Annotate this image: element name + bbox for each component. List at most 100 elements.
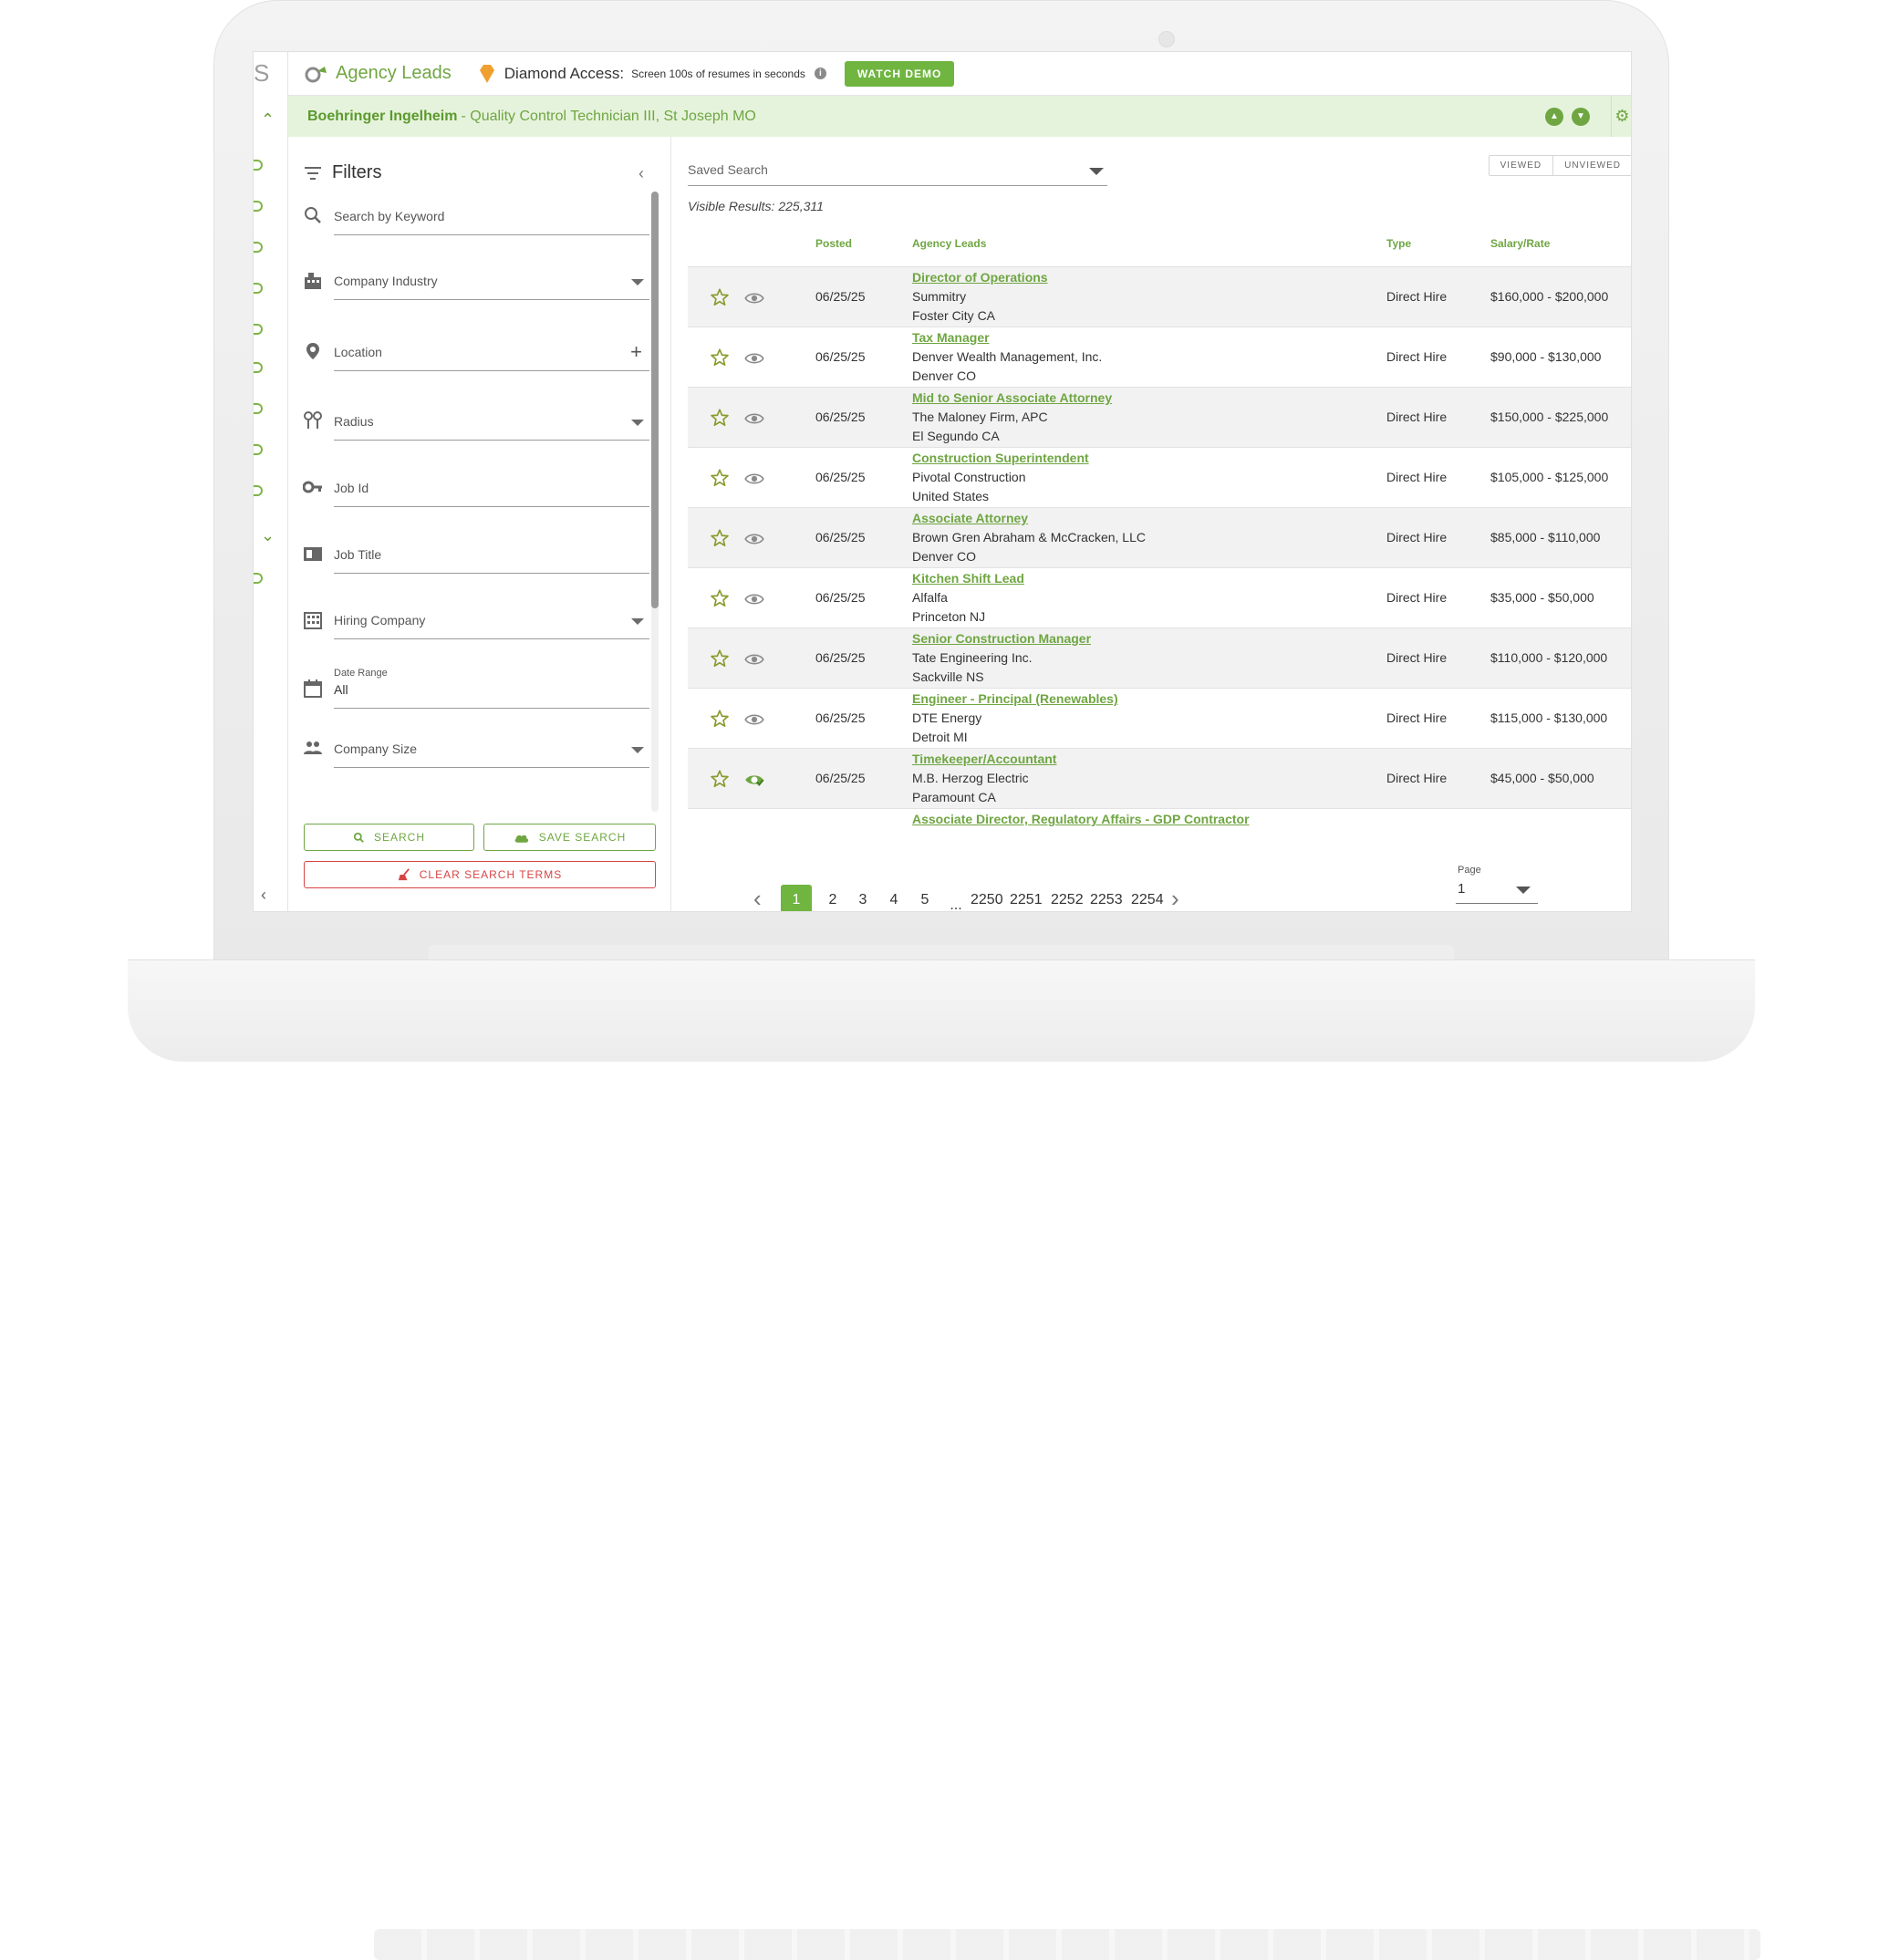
job-title-link[interactable]: Associate Attorney <box>912 511 1028 525</box>
eye-icon[interactable] <box>744 472 764 486</box>
page-number[interactable]: 1 <box>781 885 812 911</box>
job-id-input[interactable]: Job Id <box>303 472 649 508</box>
previous-page-icon[interactable]: ‹ <box>753 885 762 911</box>
page-number[interactable]: 2253 <box>1086 885 1126 911</box>
plus-icon[interactable]: + <box>630 340 642 364</box>
table-row[interactable]: 06/25/25 M.B. Herzog Electric Paramount CA… <box>688 748 1631 808</box>
eye-viewed-icon[interactable] <box>744 773 764 787</box>
saved-search-select[interactable]: Saved Search <box>688 159 1107 186</box>
rail-up-chevron-icon[interactable]: ⌃ <box>261 110 275 130</box>
field-underline <box>334 506 649 507</box>
eye-icon[interactable] <box>744 652 764 667</box>
eye-icon[interactable] <box>744 291 764 306</box>
page-number[interactable]: 2250 <box>967 885 1007 911</box>
rail-item-icon[interactable] <box>254 573 263 584</box>
company-industry-select[interactable]: Company Industry <box>303 264 649 301</box>
radius-select[interactable]: Radius <box>303 405 649 441</box>
rail-item-icon[interactable] <box>254 444 263 455</box>
page-number[interactable]: 2254 <box>1127 885 1168 911</box>
watch-demo-button[interactable]: WATCH DEMO <box>844 60 955 87</box>
job-title-link[interactable]: Engineer - Principal (Renewables) <box>912 691 1118 706</box>
table-row[interactable]: 06/25/25 Pivotal Construction United State… <box>688 447 1631 507</box>
table-row[interactable]: 06/25/25 Alfalfa Princeton NJ Direct Hire $3… <box>688 567 1631 627</box>
job-title-link[interactable]: Kitchen Shift Lead <box>912 571 1024 586</box>
eye-icon[interactable] <box>744 712 764 727</box>
table-row[interactable]: 06/25/25 Brown Gren Abraham & McCracken, … <box>688 507 1631 567</box>
banner-actions: ▲ ▼ ⚙ <box>1545 96 1631 137</box>
job-title-link[interactable]: Construction Superintendent <box>912 451 1089 465</box>
star-icon[interactable] <box>710 287 730 307</box>
job-title-link[interactable]: Tax Manager <box>912 330 990 345</box>
gear-icon[interactable]: ⚙ <box>1611 96 1631 137</box>
brand[interactable]: Agency Leads <box>305 63 452 84</box>
eye-icon[interactable] <box>744 532 764 546</box>
next-page-icon[interactable]: › <box>1171 885 1179 911</box>
star-icon[interactable] <box>710 648 730 669</box>
star-icon[interactable] <box>710 769 730 789</box>
toggle-unviewed[interactable]: UNVIEWED <box>1552 156 1631 175</box>
page-number[interactable]: 3 <box>847 885 878 911</box>
keyword-search-input[interactable]: Search by Keyword <box>303 200 649 236</box>
table-row[interactable]: 06/25/25 Denver Wealth Management, Inc. De… <box>688 327 1631 387</box>
eye-icon[interactable] <box>744 592 764 607</box>
job-title-link[interactable]: Mid to Senior Associate Attorney <box>912 390 1112 405</box>
banner-up-icon[interactable]: ▲ <box>1545 107 1563 126</box>
table-row[interactable]: 06/25/25 DTE Energy Detroit MI Direct Hire $… <box>688 688 1631 748</box>
rail-item-icon[interactable] <box>254 403 263 414</box>
job-title-link[interactable]: Associate Director, Regulatory Affairs -… <box>912 812 1250 826</box>
scrollbar-thumb[interactable] <box>651 192 659 608</box>
page-number[interactable]: 2 <box>817 885 848 911</box>
rail-item-icon[interactable] <box>254 362 263 373</box>
column-posted[interactable]: Posted <box>815 237 852 250</box>
save-search-button[interactable]: SAVE SEARCH <box>483 824 656 851</box>
location-input[interactable]: Location + <box>303 336 649 372</box>
column-type[interactable]: Type <box>1386 237 1411 250</box>
people-icon <box>304 741 322 754</box>
rail-item-icon[interactable] <box>254 283 263 294</box>
page-number[interactable]: 4 <box>878 885 909 911</box>
rail-item-icon[interactable] <box>254 324 263 335</box>
job-title-input[interactable]: Job Title <box>303 538 649 575</box>
eye-icon[interactable] <box>744 351 764 366</box>
star-icon[interactable] <box>710 468 730 488</box>
rail-down-chevron-icon[interactable]: ⌄ <box>261 526 275 545</box>
star-icon[interactable] <box>710 528 730 548</box>
filters-scrollbar[interactable] <box>651 192 659 812</box>
table-row[interactable]: 06/25/25 The Maloney Firm, APC El Segundo … <box>688 387 1631 447</box>
star-icon[interactable] <box>710 408 730 428</box>
rail-item-icon[interactable] <box>254 160 263 171</box>
info-icon[interactable]: i <box>814 67 826 79</box>
posted-date: 06/25/25 <box>815 349 866 364</box>
column-agency-leads[interactable]: Agency Leads <box>912 237 986 250</box>
page-number[interactable]: 2252 <box>1047 885 1087 911</box>
banner-job-title[interactable]: - Quality Control Technician III, St Jos… <box>461 109 755 125</box>
eye-icon[interactable] <box>744 411 764 426</box>
company-size-select[interactable]: Company Size <box>303 732 649 769</box>
clear-search-terms-button[interactable]: CLEAR SEARCH TERMS <box>304 861 656 888</box>
hiring-company-select[interactable]: Hiring Company <box>303 604 649 640</box>
table-row[interactable]: 06/25/25 Summitry Foster City CA Direct Hir… <box>688 266 1631 327</box>
rail-item-icon[interactable] <box>254 242 263 253</box>
star-icon[interactable] <box>710 709 730 729</box>
banner-company[interactable]: Boehringer Ingelheim <box>307 109 457 125</box>
page-select[interactable]: Page 1 <box>1456 865 1538 911</box>
banner-down-icon[interactable]: ▼ <box>1572 107 1590 126</box>
date-range-input[interactable]: Date Range All <box>303 668 649 710</box>
table-row[interactable]: Associate Director, Regulatory Affairs -… <box>688 808 1631 826</box>
column-salary[interactable]: Salary/Rate <box>1490 237 1550 250</box>
collapse-filters-icon[interactable]: ‹ <box>638 164 644 183</box>
rail-item-icon[interactable] <box>254 201 263 212</box>
page-number[interactable]: 5 <box>909 885 940 911</box>
job-title-link[interactable]: Senior Construction Manager <box>912 631 1091 646</box>
toggle-viewed[interactable]: VIEWED <box>1490 156 1552 175</box>
job-banner[interactable]: Boehringer Ingelheim - Quality Control T… <box>288 96 1631 137</box>
search-button[interactable]: SEARCH <box>304 824 474 851</box>
rail-collapse-icon[interactable]: ‹ <box>261 886 266 905</box>
rail-item-icon[interactable] <box>254 485 263 496</box>
table-row[interactable]: 06/25/25 Tate Engineering Inc. Sackville N… <box>688 627 1631 688</box>
page-number[interactable]: 2251 <box>1006 885 1046 911</box>
job-title-link[interactable]: Timekeeper/Accountant <box>912 752 1056 766</box>
star-icon[interactable] <box>710 347 730 368</box>
star-icon[interactable] <box>710 588 730 608</box>
job-title-link[interactable]: Director of Operations <box>912 270 1048 285</box>
